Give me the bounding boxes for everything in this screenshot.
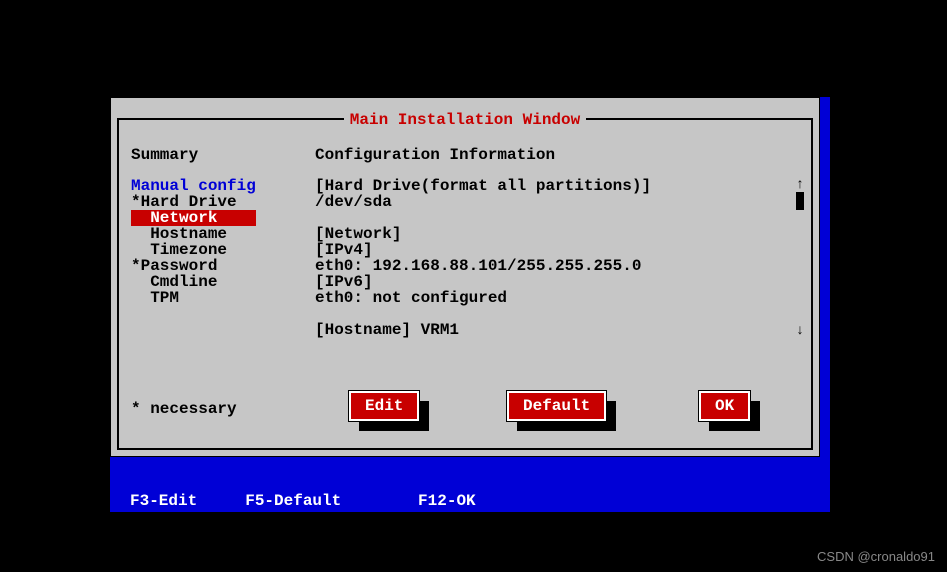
ok-button[interactable]: OK bbox=[699, 391, 750, 421]
menu-item-hard-drive[interactable]: *Hard Drive bbox=[131, 194, 256, 210]
config-line: eth0: not configured bbox=[315, 290, 651, 306]
necessary-note: * necessary bbox=[131, 400, 237, 418]
function-keys: F3-Edit F5-Default F12-OK bbox=[130, 492, 476, 510]
scroll-down-icon[interactable]: ↓ bbox=[795, 324, 805, 338]
window-title: Main Installation Window bbox=[344, 111, 586, 129]
menu-item-password[interactable]: *Password bbox=[131, 258, 256, 274]
edit-button[interactable]: Edit bbox=[349, 391, 419, 421]
scrollbar[interactable]: ↑ ↓ bbox=[795, 178, 805, 338]
config-line: [Network] bbox=[315, 226, 651, 242]
config-line: [IPv4] bbox=[315, 242, 651, 258]
config-line: eth0: 192.168.88.101/255.255.255.0 bbox=[315, 258, 651, 274]
config-line bbox=[315, 306, 651, 322]
scroll-thumb[interactable] bbox=[796, 192, 804, 210]
menu-item-timezone[interactable]: Timezone bbox=[131, 242, 256, 258]
watermark: CSDN @cronaldo91 bbox=[817, 549, 935, 564]
config-line: [IPv6] bbox=[315, 274, 651, 290]
main-window: Main Installation Window Summary Configu… bbox=[110, 97, 820, 457]
header-config: Configuration Information bbox=[315, 146, 555, 164]
outer-frame: Main Installation Window Summary Configu… bbox=[110, 97, 830, 512]
menu-item-cmdline[interactable]: Cmdline bbox=[131, 274, 256, 290]
config-line: [Hostname] VRM1 bbox=[315, 322, 651, 338]
config-line bbox=[315, 210, 651, 226]
menu-item-manual-config[interactable]: Manual config bbox=[131, 178, 256, 194]
summary-menu: Manual config *Hard Drive Network Hostna… bbox=[131, 178, 256, 306]
default-button[interactable]: Default bbox=[507, 391, 606, 421]
default-button-wrap[interactable]: Default bbox=[507, 391, 606, 421]
menu-item-hostname[interactable]: Hostname bbox=[131, 226, 256, 242]
header-summary: Summary bbox=[131, 146, 198, 164]
menu-item-network[interactable]: Network bbox=[131, 210, 256, 226]
config-info: [Hard Drive(format all partitions)] /dev… bbox=[315, 178, 651, 338]
menu-item-tpm[interactable]: TPM bbox=[131, 290, 256, 306]
ok-button-wrap[interactable]: OK bbox=[699, 391, 750, 421]
scroll-up-icon[interactable]: ↑ bbox=[795, 178, 805, 192]
edit-button-wrap[interactable]: Edit bbox=[349, 391, 419, 421]
window-title-wrap: Main Installation Window bbox=[111, 111, 819, 129]
config-line: [Hard Drive(format all partitions)] bbox=[315, 178, 651, 194]
config-line: /dev/sda bbox=[315, 194, 651, 210]
